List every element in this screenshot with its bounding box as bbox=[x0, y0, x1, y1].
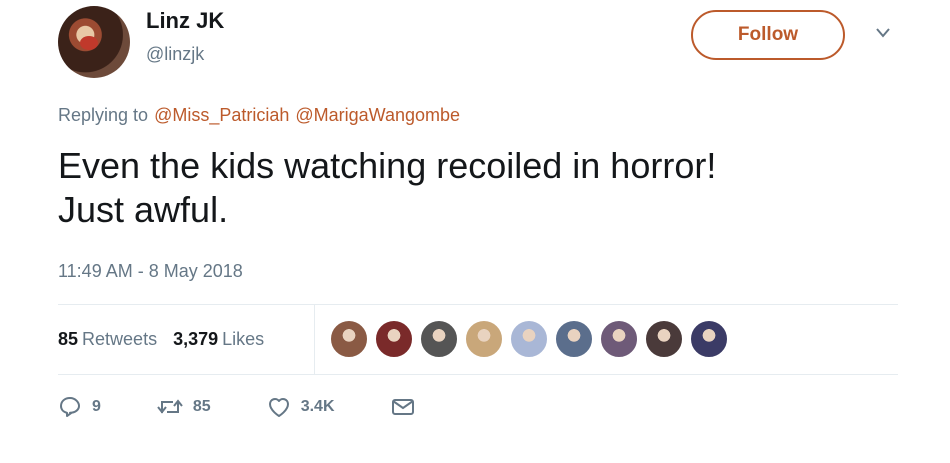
user-handle[interactable]: @linzjk bbox=[146, 44, 204, 65]
retweets-label: Retweets bbox=[82, 328, 158, 349]
liker-avatar[interactable] bbox=[420, 320, 458, 358]
mention-link-1[interactable]: @Miss_Patriciah bbox=[154, 105, 289, 125]
chevron-down-icon[interactable] bbox=[874, 26, 892, 40]
tweet-text: Even the kids watching recoiled in horro… bbox=[58, 144, 898, 232]
like-count: 3.4K bbox=[300, 398, 335, 415]
like-action[interactable]: 3.4K bbox=[267, 396, 335, 418]
reply-count: 9 bbox=[92, 398, 101, 415]
envelope-icon bbox=[391, 399, 414, 415]
mention-link-2[interactable]: @MarigaWangombe bbox=[295, 105, 460, 125]
tweet-line-2: Just awful. bbox=[58, 189, 229, 230]
retweets-stat[interactable]: 85 Retweets bbox=[58, 329, 157, 350]
likes-stat[interactable]: 3,379 Likes bbox=[173, 329, 264, 350]
engagement-stats: 85 Retweets 3,379 Likes bbox=[58, 304, 280, 374]
liker-avatar[interactable] bbox=[330, 320, 368, 358]
divider-bottom bbox=[58, 374, 898, 375]
liker-avatar[interactable] bbox=[465, 320, 503, 358]
tweet-line-1: Even the kids watching recoiled in horro… bbox=[58, 145, 717, 186]
tweet-actions: 9 85 3.4K bbox=[58, 396, 481, 418]
follow-button[interactable]: Follow bbox=[691, 10, 845, 60]
stats-separator bbox=[314, 304, 315, 374]
likes-label: Likes bbox=[222, 328, 265, 349]
likers-avatars bbox=[330, 320, 735, 358]
reply-icon bbox=[60, 397, 80, 417]
replying-to-line: Replying to @Miss_Patriciah @MarigaWangomb… bbox=[58, 105, 466, 126]
retweet-count: 85 bbox=[192, 398, 211, 415]
liker-avatar[interactable] bbox=[375, 320, 413, 358]
replying-to-label: Replying to bbox=[58, 105, 149, 125]
likes-count: 3,379 bbox=[173, 328, 219, 349]
liker-avatar[interactable] bbox=[690, 320, 728, 358]
user-avatar[interactable] bbox=[58, 6, 130, 78]
direct-message-action[interactable] bbox=[391, 397, 425, 417]
liker-avatar[interactable] bbox=[645, 320, 683, 358]
liker-avatar[interactable] bbox=[555, 320, 593, 358]
retweet-action[interactable]: 85 bbox=[157, 396, 211, 418]
liker-avatar[interactable] bbox=[510, 320, 548, 358]
liker-avatar[interactable] bbox=[600, 320, 638, 358]
user-name[interactable]: Linz JK bbox=[146, 8, 224, 34]
tweet-timestamp[interactable]: 11:49 AM - 8 May 2018 bbox=[58, 261, 243, 282]
retweet-icon bbox=[157, 399, 183, 414]
retweets-count: 85 bbox=[58, 328, 79, 349]
heart-icon bbox=[268, 398, 289, 417]
reply-action[interactable]: 9 bbox=[58, 396, 101, 418]
